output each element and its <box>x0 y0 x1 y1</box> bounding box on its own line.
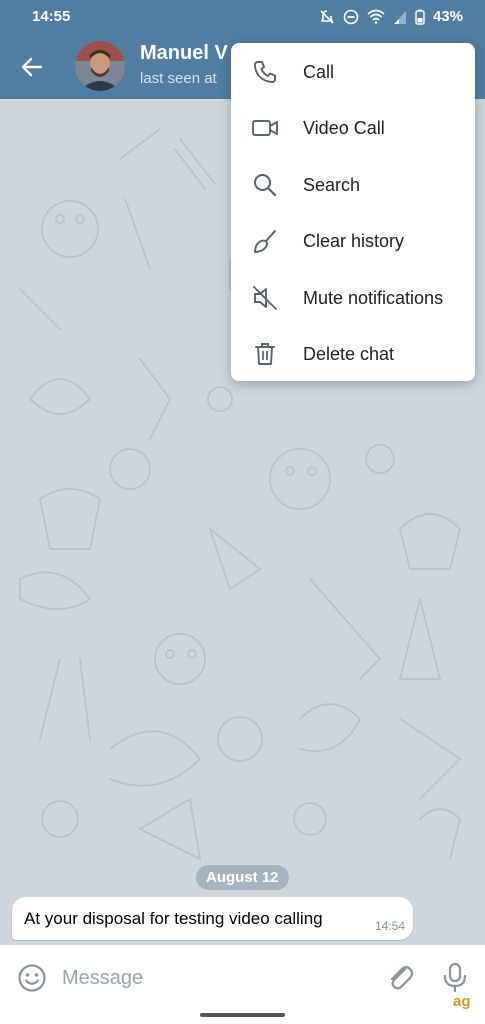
avatar[interactable] <box>75 41 125 91</box>
menu-item-video-call[interactable]: Video Call <box>231 100 475 156</box>
message-text: At your disposal for testing video calli… <box>24 909 323 928</box>
menu-label-delete-chat: Delete chat <box>303 344 395 364</box>
menu-item-search[interactable]: Search <box>231 157 475 213</box>
status-icons: 43% <box>319 8 463 25</box>
home-indicator[interactable] <box>200 1013 285 1017</box>
avatar-photo <box>75 41 125 91</box>
message-bubble[interactable]: At your disposal for testing video calli… <box>12 897 413 940</box>
signal-icon <box>393 10 406 24</box>
status-time: 14:55 <box>32 8 71 25</box>
mute-icon <box>251 284 279 312</box>
back-button[interactable] <box>14 49 50 85</box>
emoji-button[interactable] <box>15 961 49 995</box>
trash-icon <box>251 340 279 368</box>
message-time: 14:54 <box>374 919 405 933</box>
date-separator: August 12 <box>196 865 289 890</box>
paperclip-icon <box>390 966 414 990</box>
microphone-icon <box>443 962 467 993</box>
menu-label-call: Call <box>303 62 335 82</box>
minus-circle-icon <box>343 9 359 24</box>
menu-item-clear-history[interactable]: Clear history <box>231 213 475 269</box>
menu-item-call[interactable]: Call <box>231 44 475 100</box>
chat-options-menu: Call Video Call Search Clear history Mut… <box>231 43 475 381</box>
menu-label-mute-notifications: Mute notifications <box>303 288 444 308</box>
battery-icon <box>415 9 425 25</box>
message-composer <box>0 945 485 1024</box>
broom-icon <box>251 227 279 255</box>
contact-name[interactable]: Manuel V <box>140 42 228 65</box>
message-input[interactable] <box>62 963 362 993</box>
voice-record-button[interactable] <box>438 960 472 994</box>
video-camera-icon <box>251 114 279 142</box>
watermark-logo: ag <box>453 993 471 1010</box>
menu-item-mute-notifications[interactable]: Mute notifications <box>231 270 475 326</box>
battery-percent: 43% <box>432 8 463 25</box>
menu-item-delete-chat[interactable]: Delete chat <box>231 326 475 382</box>
attach-button[interactable] <box>383 960 417 994</box>
menu-label-search: Search <box>303 175 361 195</box>
menu-label-video-call: Video Call <box>303 118 385 138</box>
status-bar: 14:55 43% <box>0 0 485 33</box>
arrow-back-icon <box>21 57 43 77</box>
smiley-icon <box>18 964 46 992</box>
wifi-icon <box>367 9 385 24</box>
phone-icon <box>251 58 279 86</box>
last-seen-status: last seen at <box>140 70 217 87</box>
menu-label-clear-history: Clear history <box>303 231 405 251</box>
do-not-disturb-off-icon <box>320 9 334 24</box>
search-icon <box>251 171 279 199</box>
